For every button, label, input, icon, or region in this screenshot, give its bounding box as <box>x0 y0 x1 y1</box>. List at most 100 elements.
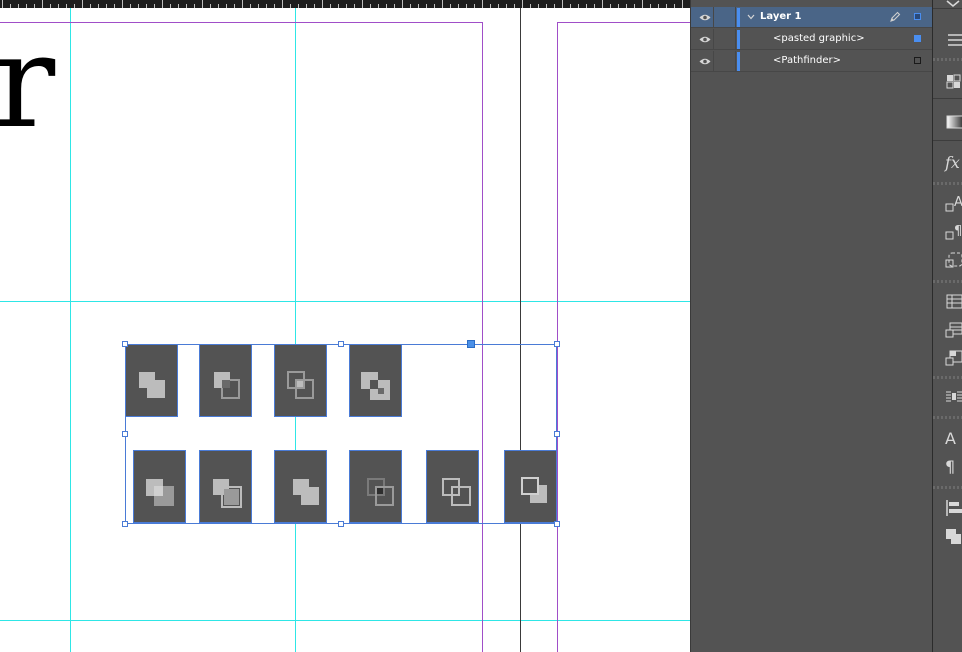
ruler-tick <box>186 4 187 8</box>
ruler-tick <box>42 0 43 8</box>
ruler-tick <box>490 4 491 8</box>
resize-handle-top-right[interactable] <box>554 341 560 347</box>
ruler-tick <box>354 4 355 8</box>
ruler-tick <box>2 0 3 8</box>
dock-separator <box>933 416 962 419</box>
ruler-tick <box>482 0 483 8</box>
column-separator <box>735 29 736 50</box>
swatches-icon[interactable] <box>942 72 962 92</box>
ruler-tick <box>682 0 683 8</box>
ruler-tick <box>66 4 67 8</box>
dock-separator <box>933 376 962 379</box>
ruler-tick <box>586 4 587 8</box>
ruler-tick <box>458 4 459 8</box>
cell-styles-icon[interactable] <box>942 348 962 368</box>
ruler-tick <box>338 4 339 8</box>
ruler-tick <box>194 4 195 8</box>
selection-indicator[interactable] <box>914 57 921 64</box>
resize-handle-top[interactable] <box>338 341 344 347</box>
ruler-tick <box>578 4 579 8</box>
character-icon[interactable]: A <box>945 430 956 448</box>
layer-color-bar <box>737 30 740 49</box>
horizontal-guide[interactable] <box>0 620 690 621</box>
paragraph-icon[interactable]: ¶ <box>945 458 955 476</box>
document-canvas[interactable]: r <box>0 0 690 652</box>
horizontal-guide[interactable] <box>0 301 690 302</box>
paragraph-styles-icon[interactable]: ¶ <box>942 222 962 242</box>
collapse-icon[interactable] <box>942 0 962 20</box>
text-frame-glyph[interactable]: r <box>0 18 55 148</box>
eye-icon[interactable] <box>699 35 711 44</box>
ruler-tick <box>498 4 499 8</box>
resize-handle-bottom-left[interactable] <box>122 521 128 527</box>
vertical-guide[interactable] <box>295 8 296 652</box>
layer-color-bar <box>737 52 740 71</box>
eye-icon[interactable] <box>699 13 711 22</box>
layer-label: Layer 1 <box>760 11 802 22</box>
layer-row-pathfinder[interactable]: <Pathfinder> <box>691 51 932 72</box>
column-separator <box>735 51 736 72</box>
resize-handle-right[interactable] <box>554 431 560 437</box>
character-styles-icon[interactable]: A <box>942 194 962 214</box>
ruler-tick <box>146 4 147 8</box>
ruler-tick <box>162 0 163 8</box>
column-separator <box>713 7 714 28</box>
resize-handle-left[interactable] <box>122 431 128 437</box>
ruler-tick <box>282 0 283 8</box>
panel-dock: fx A ¶ A ¶ <box>932 0 962 652</box>
object-styles-icon[interactable] <box>942 250 962 270</box>
ruler-tick <box>434 4 435 8</box>
ruler-tick <box>642 0 643 8</box>
ruler-tick <box>242 0 243 8</box>
margin-guide <box>0 22 483 23</box>
gradient-icon[interactable] <box>942 112 962 132</box>
vertical-guide[interactable] <box>70 8 71 652</box>
selection-bounding-box[interactable] <box>125 344 557 524</box>
ruler-tick <box>378 4 379 8</box>
layer-label: <Pathfinder> <box>773 55 841 66</box>
ruler-tick <box>634 4 635 8</box>
svg-text:A: A <box>954 195 962 210</box>
resize-handle-bottom-right[interactable] <box>554 521 560 527</box>
menu-icon[interactable] <box>942 31 962 51</box>
ruler-tick <box>562 0 563 8</box>
ruler-tick <box>418 4 419 8</box>
horizontal-ruler[interactable] <box>0 0 690 8</box>
ruler-tick <box>122 0 123 8</box>
ruler-tick <box>402 0 403 8</box>
ruler-tick <box>650 4 651 8</box>
ruler-tick <box>74 4 75 8</box>
ruler-tick <box>322 0 323 8</box>
table-icon[interactable] <box>942 292 962 312</box>
ruler-tick <box>290 4 291 8</box>
ruler-tick <box>386 4 387 8</box>
ruler-tick <box>658 4 659 8</box>
layer-row-layer-1[interactable]: Layer 1 <box>691 7 932 28</box>
ruler-tick <box>546 4 547 8</box>
ruler-tick <box>82 0 83 8</box>
dock-separator <box>933 486 962 489</box>
align-icon[interactable] <box>942 498 962 518</box>
ruler-tick <box>394 4 395 8</box>
text-wrap-icon[interactable] <box>942 388 962 408</box>
ruler-tick <box>202 0 203 8</box>
ruler-tick <box>474 4 475 8</box>
layer-row-pasted-graphic[interactable]: <pasted graphic> <box>691 29 932 50</box>
resize-handle-top-left[interactable] <box>122 341 128 347</box>
ruler-tick <box>410 4 411 8</box>
selection-indicator[interactable] <box>914 35 921 42</box>
effects-icon[interactable]: fx <box>945 154 960 172</box>
pen-icon <box>890 11 901 22</box>
selection-indicator[interactable] <box>914 13 921 20</box>
ruler-tick <box>226 4 227 8</box>
chevron-down-icon[interactable] <box>746 12 756 22</box>
table-styles-icon[interactable] <box>942 320 962 340</box>
eye-icon[interactable] <box>699 57 711 66</box>
pathfinder-icon[interactable] <box>942 526 962 546</box>
ruler-tick <box>154 4 155 8</box>
content-grabber[interactable] <box>467 340 475 348</box>
ruler-tick <box>138 4 139 8</box>
ruler-tick <box>170 4 171 8</box>
svg-text:¶: ¶ <box>954 224 962 239</box>
resize-handle-bottom[interactable] <box>338 521 344 527</box>
